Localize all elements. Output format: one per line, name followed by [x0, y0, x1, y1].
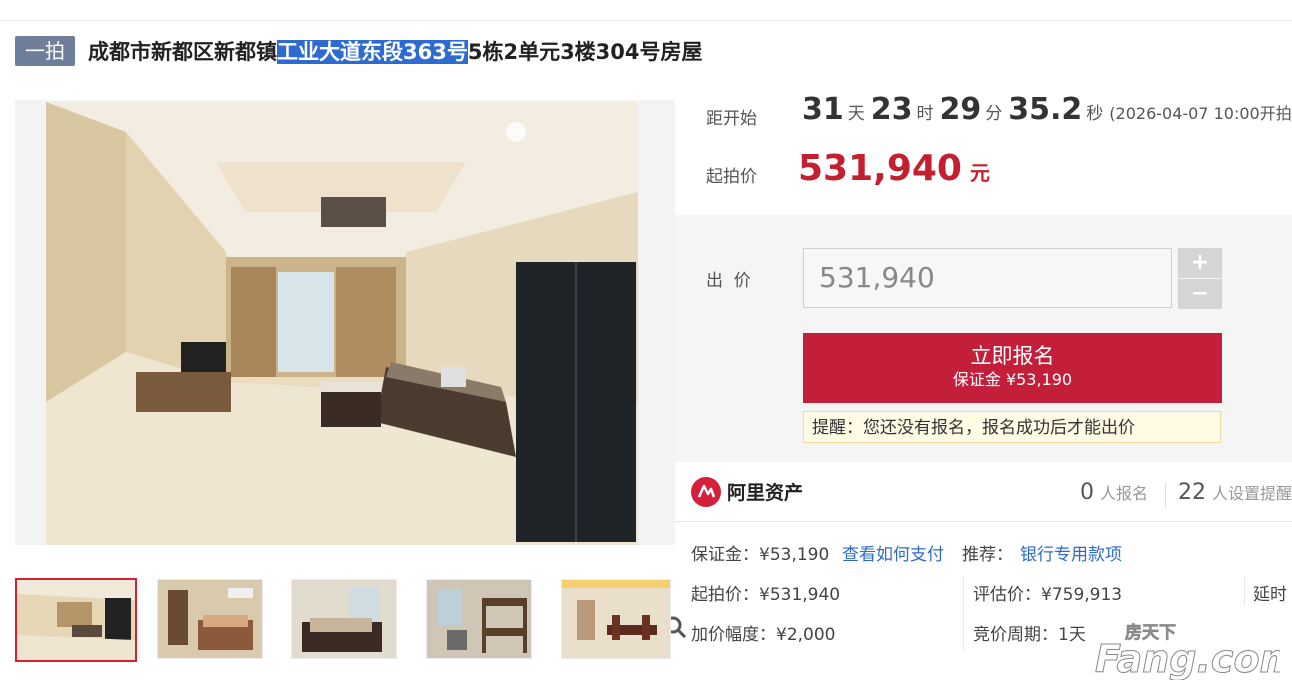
thumbnail-bunk-room[interactable] — [426, 579, 532, 659]
stat-divider — [1165, 482, 1166, 508]
countdown-minutes: 29 — [939, 92, 982, 127]
signup-count-number: 0 — [1080, 480, 1094, 505]
starting-price-label: 起拍价 — [706, 167, 757, 187]
countdown-seconds: 35.2 — [1008, 92, 1083, 127]
register-now-label: 立即报名 — [970, 344, 1055, 368]
countdown-hours: 23 — [870, 92, 913, 127]
countdown-timer: 31 天 23 时 29 分 35.2 秒 (2026-04-07 10:00开拍) — [802, 92, 1292, 127]
register-now-button[interactable]: 立即报名 保证金 ¥53,190 — [803, 333, 1222, 403]
thumbnail-bedroom-2[interactable] — [291, 579, 397, 659]
days-unit: 天 — [847, 104, 865, 124]
title-prefix: 成都市新都区新都镇 — [88, 40, 277, 64]
starting-price-value: 531,940 — [798, 148, 962, 189]
title-selected-text[interactable]: 工业大道东段363号 — [277, 40, 468, 64]
auction-round-badge: 一拍 — [15, 36, 75, 66]
seconds-unit: 秒 — [1086, 104, 1104, 124]
title-suffix: 5栋2单元3楼304号房屋 — [467, 40, 703, 64]
bank-account-link[interactable]: 银行专用款项 — [1020, 540, 1122, 565]
bid-increment-info: 加价幅度：¥2,000 — [691, 625, 836, 645]
bid-amount-input[interactable]: 531,940 — [803, 248, 1172, 308]
delay-info: 延时 — [1253, 585, 1287, 605]
page-title: 成都市新都区新都镇工业大道东段363号5栋2单元3楼304号房屋 — [88, 36, 703, 68]
registration-reminder: 提醒：您还没有报名，报名成功后才能出价 — [803, 411, 1221, 443]
column-divider-2 — [1244, 576, 1245, 606]
top-divider — [0, 20, 1292, 21]
price-unit: 元 — [969, 161, 990, 185]
start-price-info: 起拍价：¥531,940 — [691, 585, 841, 605]
countdown-label: 距开始 — [706, 109, 757, 129]
details-divider — [675, 521, 1292, 522]
signup-count-label: 人报名 — [1100, 484, 1149, 503]
thumbnail-bedroom[interactable] — [157, 579, 263, 659]
minutes-unit: 分 — [985, 104, 1003, 124]
column-divider — [963, 576, 964, 650]
deposit-amount-label: 保证金 ¥53,190 — [952, 370, 1073, 389]
thumbnail-dining-room[interactable] — [561, 579, 671, 659]
watermark-en-text: Fang.com — [1095, 637, 1280, 680]
brand-row: 阿里资产 0 人报名 22 人设置提醒 — [675, 462, 1292, 522]
thumbnail-living-room[interactable] — [15, 578, 137, 662]
reminder-count-number: 22 — [1178, 480, 1206, 505]
appraisal-price-info: 评估价：¥759,913 — [973, 585, 1123, 605]
increase-bid-button[interactable]: + — [1178, 248, 1222, 278]
ali-assets-logo-icon — [691, 477, 721, 507]
decrease-bid-button[interactable]: − — [1178, 279, 1222, 309]
signup-count: 0 人报名 — [1080, 480, 1148, 505]
countdown-days: 31 — [802, 92, 844, 127]
auction-cycle-info: 竞价周期：1天 — [973, 625, 1086, 645]
main-image-viewer[interactable] — [15, 100, 687, 639]
auction-start-time: (2026-04-07 10:00开拍) — [1109, 104, 1292, 123]
main-photo-living-room[interactable] — [46, 102, 638, 545]
starting-price: 531,940 元 — [798, 148, 990, 189]
reminder-count-label: 人设置提醒 — [1212, 484, 1292, 503]
how-to-pay-link[interactable]: 查看如何支付 — [842, 540, 944, 565]
reminder-count: 22 人设置提醒 — [1178, 480, 1292, 505]
recommend-label: 推荐： — [962, 545, 1013, 565]
deposit-info: 保证金：¥53,190 — [691, 545, 830, 565]
ali-assets-brand: 阿里资产 — [727, 482, 804, 504]
hours-unit: 时 — [916, 104, 934, 124]
bid-label: 出 价 — [706, 271, 751, 291]
fang-watermark-logo: 房天下 Fang.com — [1095, 622, 1280, 680]
